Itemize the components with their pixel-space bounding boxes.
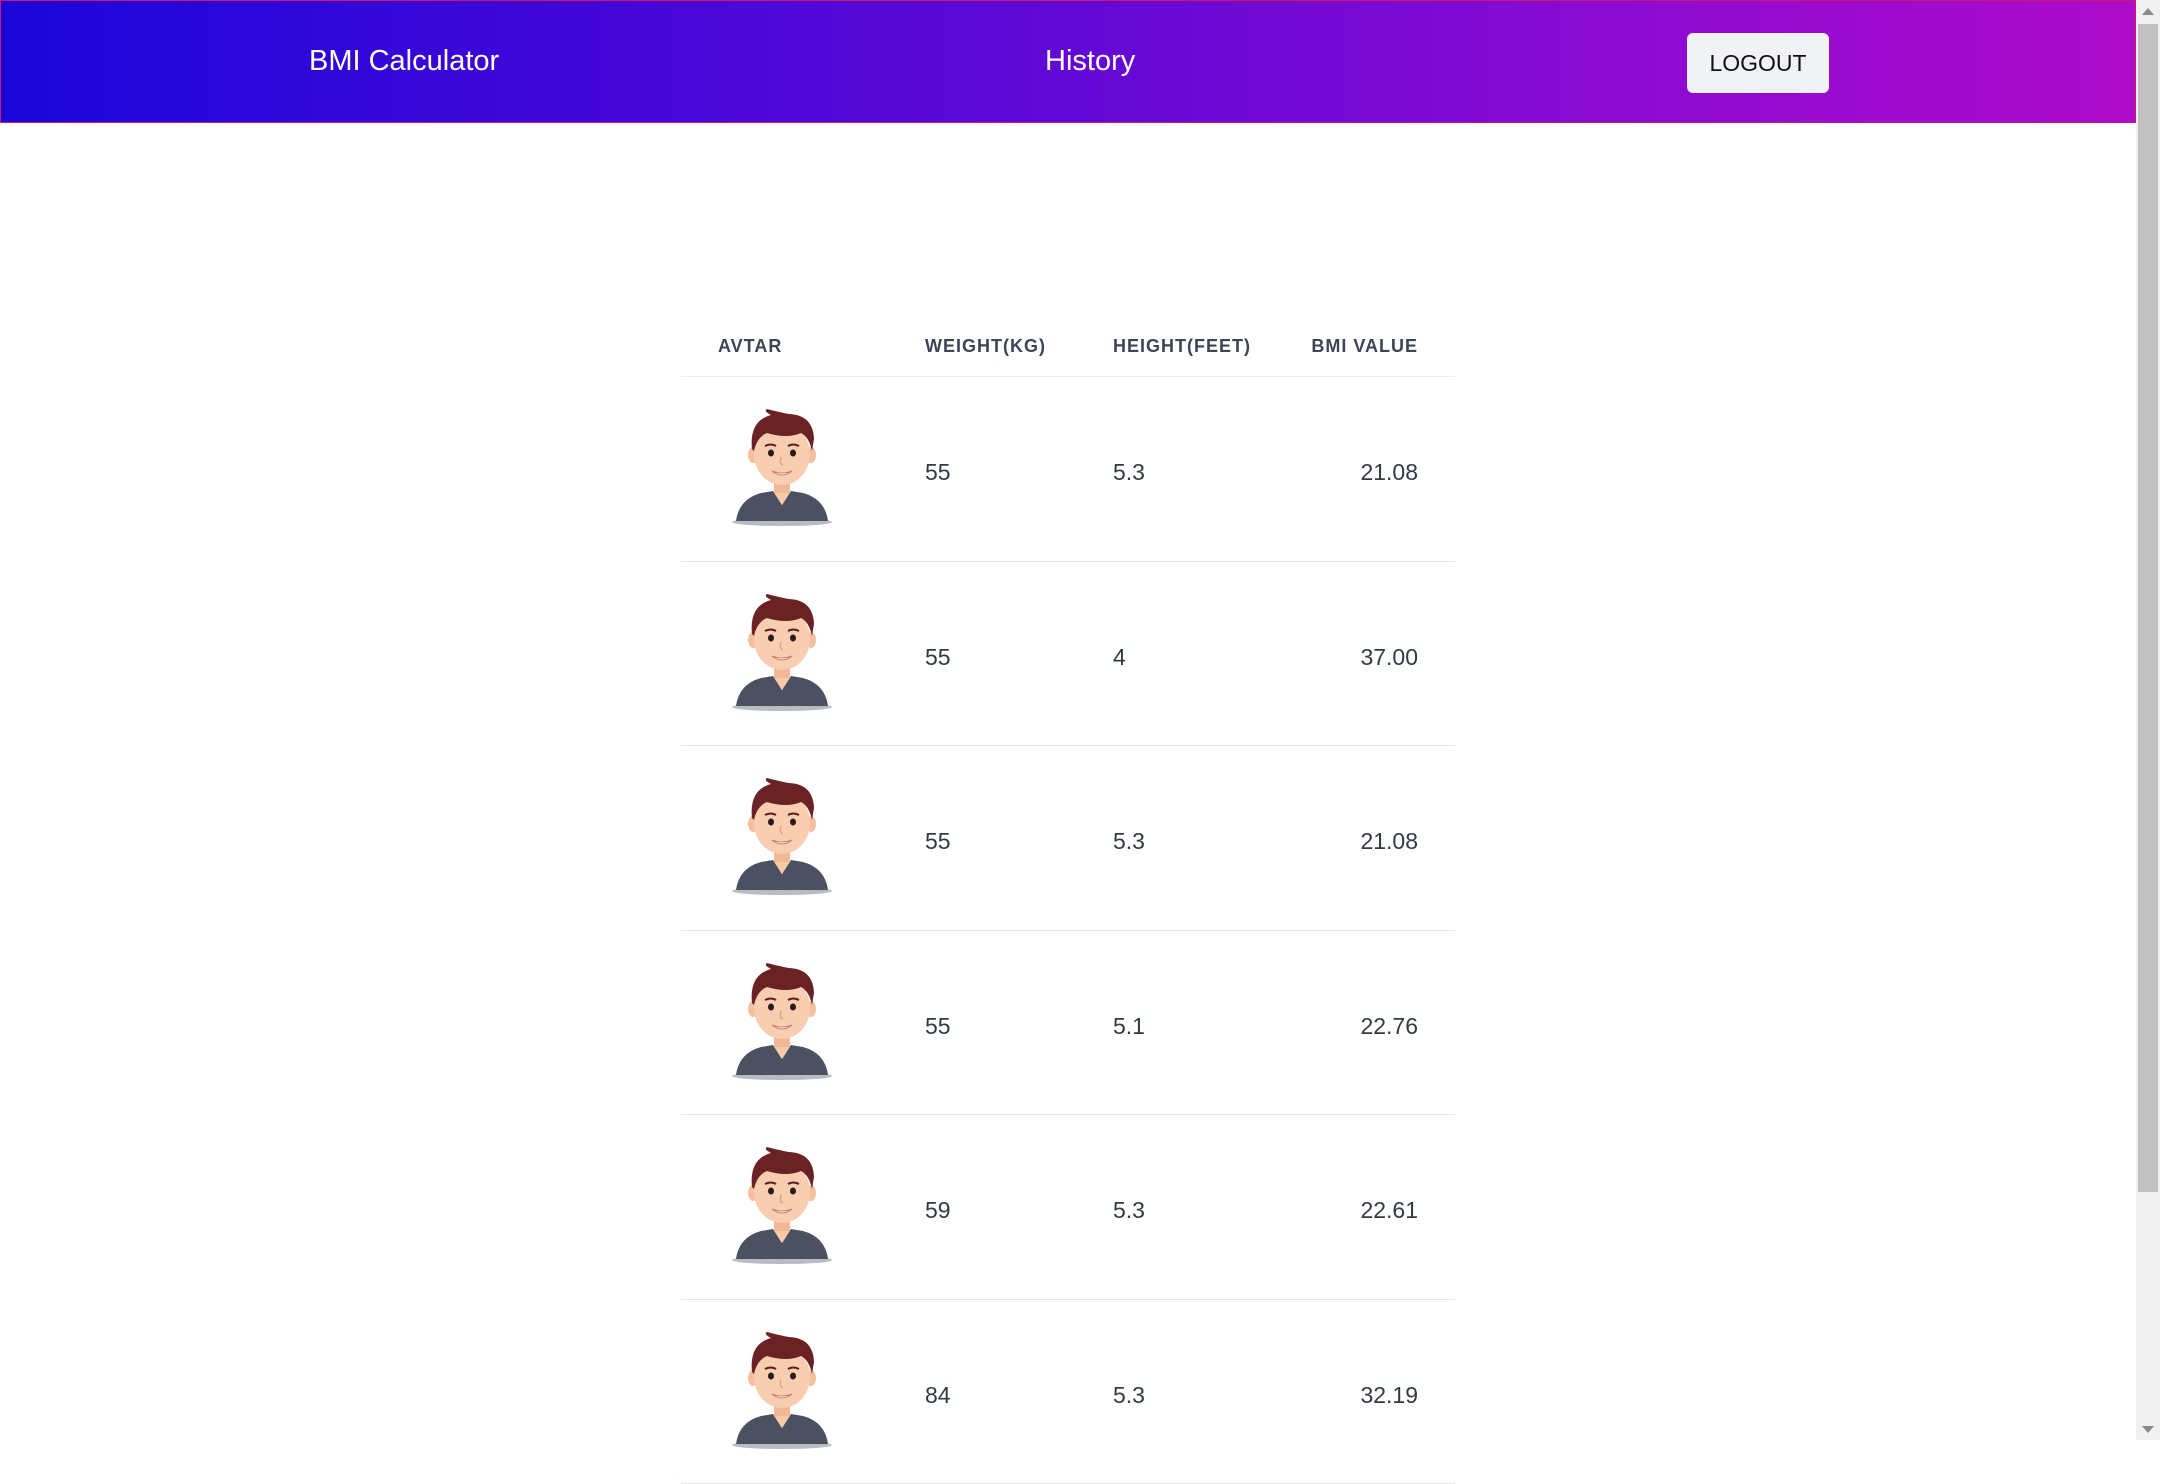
table-body: 55 5.3 21.08 55 4 37.00 55 5.3 21.08 55 5.1 22.76 59… (681, 377, 1455, 1484)
bmi-cell: 22.76 (1360, 1013, 1418, 1040)
male-avatar-icon (731, 594, 833, 712)
male-avatar-icon (731, 409, 833, 527)
top-navbar: BMI Calculator History LOGOUT (0, 0, 2136, 123)
column-header-avatar: AVTAR (718, 336, 782, 357)
history-link[interactable]: History (1045, 45, 1135, 78)
table-row: 55 5.3 21.08 (681, 377, 1455, 562)
weight-cell: 55 (925, 644, 951, 671)
height-cell: 5.3 (1113, 1382, 1145, 1409)
weight-cell: 55 (925, 1013, 951, 1040)
weight-cell: 59 (925, 1197, 951, 1224)
bmi-cell: 21.08 (1360, 459, 1418, 486)
height-cell: 5.1 (1113, 1013, 1145, 1040)
scrollbar-thumb[interactable] (2138, 24, 2158, 1192)
table-row: 84 5.3 32.19 (681, 1300, 1455, 1484)
logout-button[interactable]: LOGOUT (1687, 33, 1829, 93)
table-header: AVTAR WEIGHT(KG) HEIGHT(FEET) BMI VALUE (681, 320, 1455, 377)
male-avatar-icon (731, 1332, 833, 1450)
bmi-cell: 22.61 (1360, 1197, 1418, 1224)
weight-cell: 84 (925, 1382, 951, 1409)
table-row: 55 5.1 22.76 (681, 931, 1455, 1116)
bmi-cell: 32.19 (1360, 1382, 1418, 1409)
column-header-bmi: BMI VALUE (1311, 336, 1418, 357)
bmi-history-table: AVTAR WEIGHT(KG) HEIGHT(FEET) BMI VALUE … (681, 320, 1455, 1484)
height-cell: 5.3 (1113, 1197, 1145, 1224)
scroll-down-arrow[interactable] (2136, 1418, 2160, 1440)
vertical-scrollbar[interactable] (2136, 0, 2160, 1440)
male-avatar-icon (731, 778, 833, 896)
column-header-weight: WEIGHT(KG) (925, 336, 1046, 357)
height-cell: 5.3 (1113, 459, 1145, 486)
weight-cell: 55 (925, 459, 951, 486)
scroll-up-arrow[interactable] (2136, 0, 2160, 22)
height-cell: 4 (1113, 644, 1126, 671)
bmi-cell: 21.08 (1360, 828, 1418, 855)
table-row: 55 4 37.00 (681, 562, 1455, 747)
weight-cell: 55 (925, 828, 951, 855)
table-row: 59 5.3 22.61 (681, 1115, 1455, 1300)
male-avatar-icon (731, 1147, 833, 1265)
height-cell: 5.3 (1113, 828, 1145, 855)
brand-link[interactable]: BMI Calculator (309, 45, 499, 78)
table-row: 55 5.3 21.08 (681, 746, 1455, 931)
bmi-cell: 37.00 (1360, 644, 1418, 671)
male-avatar-icon (731, 963, 833, 1081)
column-header-height: HEIGHT(FEET) (1113, 336, 1251, 357)
